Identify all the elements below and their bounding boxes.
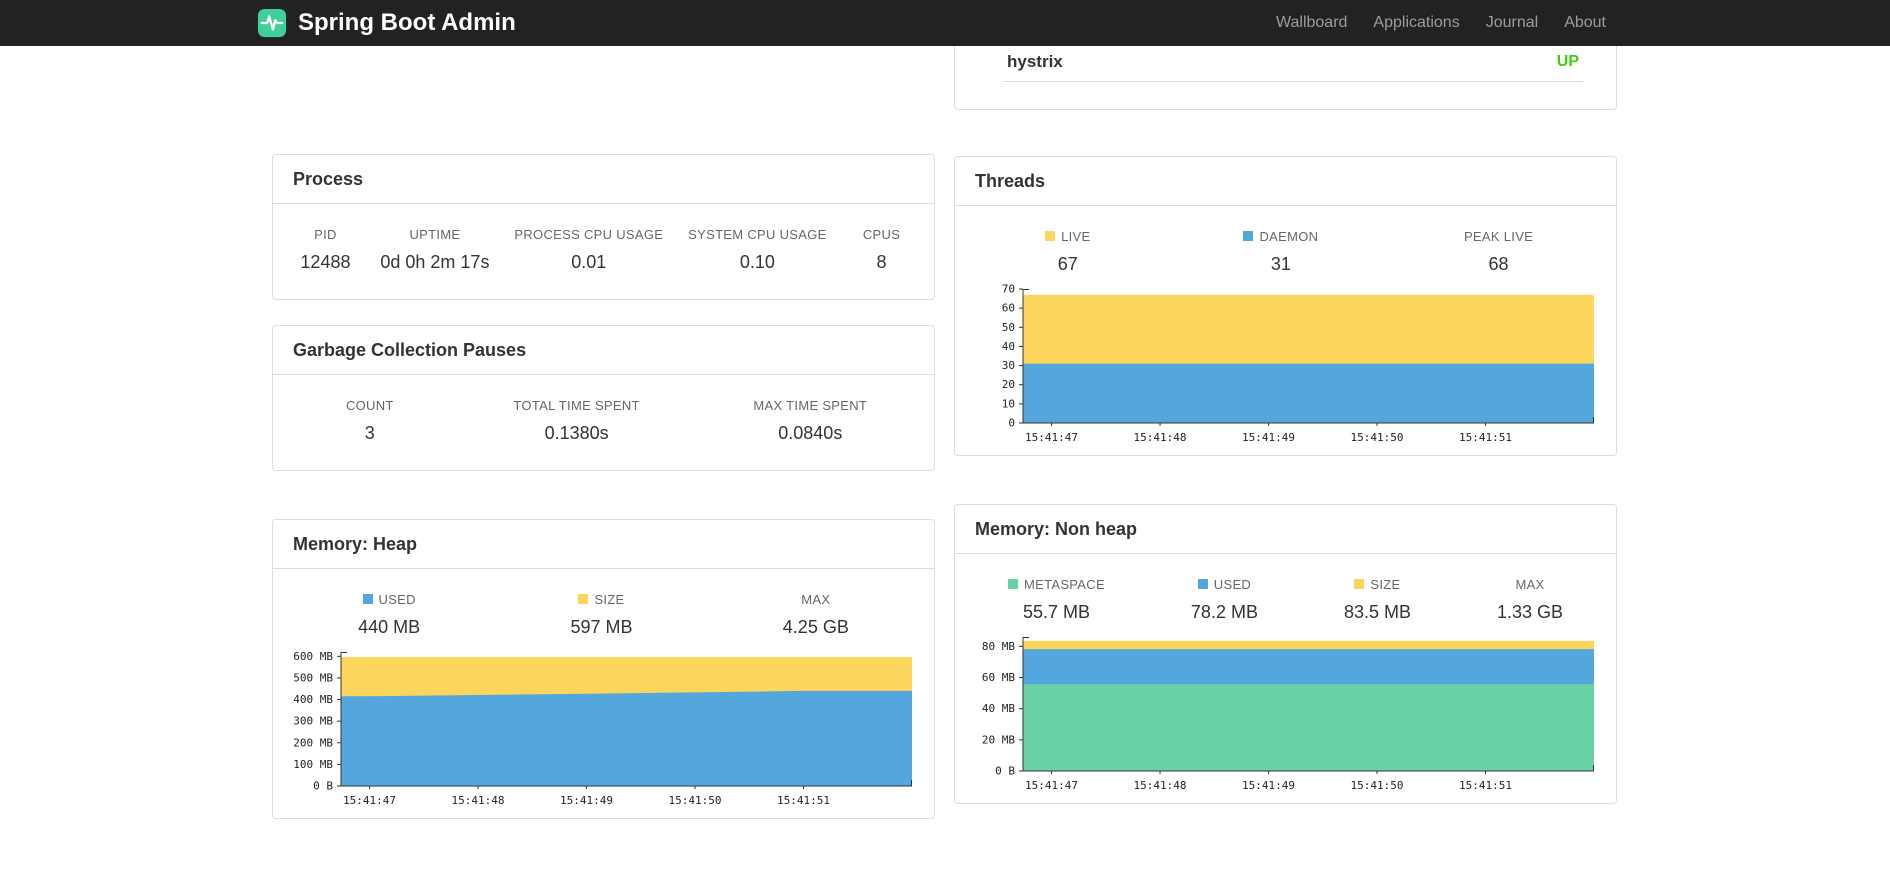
svg-text:15:41:51: 15:41:51	[1459, 779, 1512, 792]
svg-text:100 MB: 100 MB	[293, 758, 333, 771]
spring-boot-admin-logo-icon	[257, 8, 287, 38]
used-swatch-icon	[362, 594, 373, 604]
svg-text:60 MB: 60 MB	[982, 671, 1015, 684]
svg-text:15:41:47: 15:41:47	[1025, 779, 1078, 792]
gc-stats: COUNT 3 TOTAL TIME SPENT 0.1380s MAX TIM…	[273, 375, 934, 470]
panel-application-status: hystrix UP	[954, 46, 1617, 110]
threads-chart: 0 10 20 30 40 50 60 70 15:41:47 15:41:48 15:41:49 1…	[1002, 283, 1594, 444]
stat-pid: PID 12488	[300, 226, 351, 273]
legend-metaspace: METASPACE 55.7 MB	[1007, 576, 1105, 623]
metaspace-swatch-icon	[1007, 579, 1018, 589]
svg-text:0 B: 0 B	[313, 780, 333, 793]
svg-text:15:41:50: 15:41:50	[1351, 431, 1404, 444]
svg-text:50: 50	[1002, 321, 1015, 334]
svg-text:15:41:50: 15:41:50	[1351, 779, 1404, 792]
legend-daemon: DAEMON 31	[1243, 228, 1318, 275]
stat-gc-total-time: TOTAL TIME SPENT 0.1380s	[513, 397, 640, 444]
right-column: hystrix UP Threads LIVE 67 DAEMON 31 PEA…	[954, 46, 1617, 819]
size-swatch-icon	[578, 594, 589, 604]
stat-system-cpu-usage: SYSTEM CPU USAGE 0.10	[688, 226, 827, 273]
svg-text:500 MB: 500 MB	[293, 671, 333, 684]
svg-text:15:41:48: 15:41:48	[1134, 431, 1187, 444]
svg-text:20: 20	[1002, 378, 1015, 391]
legend-heap-size: SIZE 597 MB	[570, 591, 633, 638]
panel-gc-pauses: Garbage Collection Pauses COUNT 3 TOTAL …	[272, 325, 935, 471]
process-stats: PID 12488 UPTIME 0d 0h 2m 17s PROCESS CP…	[273, 204, 934, 299]
navbar-inner: Spring Boot Admin Wallboard Applications…	[257, 0, 1633, 46]
svg-text:15:41:50: 15:41:50	[669, 794, 722, 807]
nav-links: Wallboard Applications Journal About	[1263, 14, 1633, 32]
application-status-badge: UP	[1556, 53, 1579, 70]
application-name: hystrix	[1007, 52, 1063, 71]
brand-title: Spring Boot Admin	[298, 9, 516, 36]
svg-text:0 B: 0 B	[995, 765, 1015, 778]
legend-heap-used: USED 440 MB	[358, 591, 421, 638]
app-brand[interactable]: Spring Boot Admin	[257, 8, 516, 38]
svg-text:30: 30	[1002, 359, 1015, 372]
stat-uptime: UPTIME 0d 0h 2m 17s	[380, 226, 490, 273]
gc-panel-title: Garbage Collection Pauses	[273, 326, 934, 375]
navbar: Spring Boot Admin Wallboard Applications…	[0, 0, 1890, 46]
stat-gc-max-time: MAX TIME SPENT 0.0840s	[753, 397, 868, 444]
legend-nonheap-used: USED 78.2 MB	[1190, 576, 1258, 623]
nonheap-panel-title: Memory: Non heap	[955, 505, 1616, 554]
heap-memory-chart: 0 B 100 MB 200 MB 300 MB 400 MB 500 MB 600 MB 1…	[293, 650, 912, 807]
legend-nonheap-max: MAX 1.33 GB	[1496, 576, 1563, 623]
svg-text:300 MB: 300 MB	[293, 715, 333, 728]
panel-memory-nonheap: Memory: Non heap METASPACE 55.7 MB USED …	[954, 504, 1617, 804]
svg-text:40: 40	[1002, 340, 1015, 353]
nav-item-applications[interactable]: Applications	[1360, 14, 1472, 32]
stat-gc-count: COUNT 3	[345, 397, 394, 444]
svg-text:15:41:47: 15:41:47	[1025, 431, 1078, 444]
panel-process: Process PID 12488 UPTIME 0d 0h 2m 17s PR…	[272, 154, 935, 300]
application-row[interactable]: hystrix UP	[1003, 46, 1583, 82]
size-swatch-icon	[1354, 579, 1365, 589]
threads-legend: LIVE 67 DAEMON 31 PEAK LIVE 68	[955, 206, 1616, 279]
svg-text:600 MB: 600 MB	[293, 650, 333, 663]
svg-text:15:41:48: 15:41:48	[452, 794, 505, 807]
svg-text:10: 10	[1002, 397, 1015, 410]
threads-panel-title: Threads	[955, 157, 1616, 206]
process-panel-title: Process	[273, 155, 934, 204]
live-swatch-icon	[1045, 231, 1056, 241]
legend-nonheap-size: SIZE 83.5 MB	[1343, 576, 1411, 623]
stat-cpus: CPUS 8	[862, 226, 901, 273]
legend-live: LIVE 67	[1038, 228, 1098, 275]
left-column: Process PID 12488 UPTIME 0d 0h 2m 17s PR…	[272, 46, 935, 819]
svg-text:40 MB: 40 MB	[982, 702, 1015, 715]
stat-process-cpu-usage: PROCESS CPU USAGE 0.01	[514, 226, 664, 273]
legend-heap-max: MAX 4.25 GB	[782, 591, 849, 638]
svg-text:15:41:49: 15:41:49	[560, 794, 613, 807]
svg-text:400 MB: 400 MB	[293, 693, 333, 706]
svg-text:15:41:49: 15:41:49	[1242, 431, 1295, 444]
svg-text:15:41:51: 15:41:51	[1459, 431, 1512, 444]
svg-text:20 MB: 20 MB	[982, 733, 1015, 746]
svg-text:0: 0	[1008, 417, 1015, 430]
heap-legend: USED 440 MB SIZE 597 MB MAX 4.25 GB	[273, 569, 934, 642]
daemon-swatch-icon	[1243, 231, 1254, 241]
svg-text:15:41:47: 15:41:47	[343, 794, 396, 807]
svg-text:200 MB: 200 MB	[293, 736, 333, 749]
svg-text:80 MB: 80 MB	[982, 640, 1015, 653]
nav-item-journal[interactable]: Journal	[1473, 14, 1551, 32]
svg-text:15:41:49: 15:41:49	[1242, 779, 1295, 792]
nonheap-memory-chart: 0 B 20 MB 40 MB 60 MB 80 MB 15:41:47 15:41:48 1…	[982, 637, 1594, 792]
nonheap-legend: METASPACE 55.7 MB USED 78.2 MB SIZE 83.5…	[955, 554, 1616, 627]
panel-threads: Threads LIVE 67 DAEMON 31 PEAK LIVE 68 0…	[954, 156, 1617, 456]
svg-text:15:41:48: 15:41:48	[1134, 779, 1187, 792]
main-content: Process PID 12488 UPTIME 0d 0h 2m 17s PR…	[272, 46, 1618, 819]
nav-item-about[interactable]: About	[1551, 14, 1619, 32]
heap-panel-title: Memory: Heap	[273, 520, 934, 569]
svg-text:70: 70	[1002, 283, 1015, 296]
used-swatch-icon	[1197, 579, 1208, 589]
svg-text:15:41:51: 15:41:51	[777, 794, 830, 807]
svg-text:60: 60	[1002, 302, 1015, 315]
nav-item-wallboard[interactable]: Wallboard	[1263, 14, 1360, 32]
panel-memory-heap: Memory: Heap USED 440 MB SIZE 597 MB MAX…	[272, 519, 935, 819]
legend-peak-live: PEAK LIVE 68	[1463, 228, 1534, 275]
